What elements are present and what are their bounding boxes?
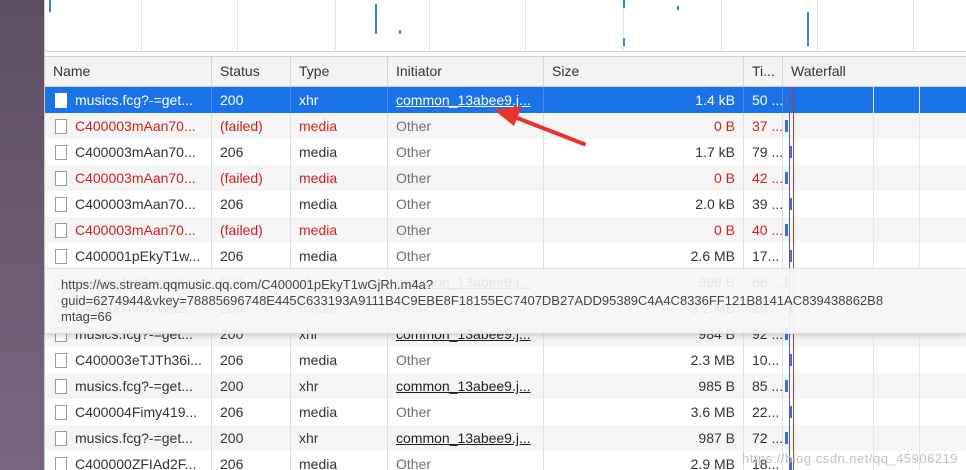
screenshot-frame: Name Status Type Initiator Size Ti... Wa… [0, 0, 966, 470]
annotation-arrow-icon [494, 106, 586, 146]
